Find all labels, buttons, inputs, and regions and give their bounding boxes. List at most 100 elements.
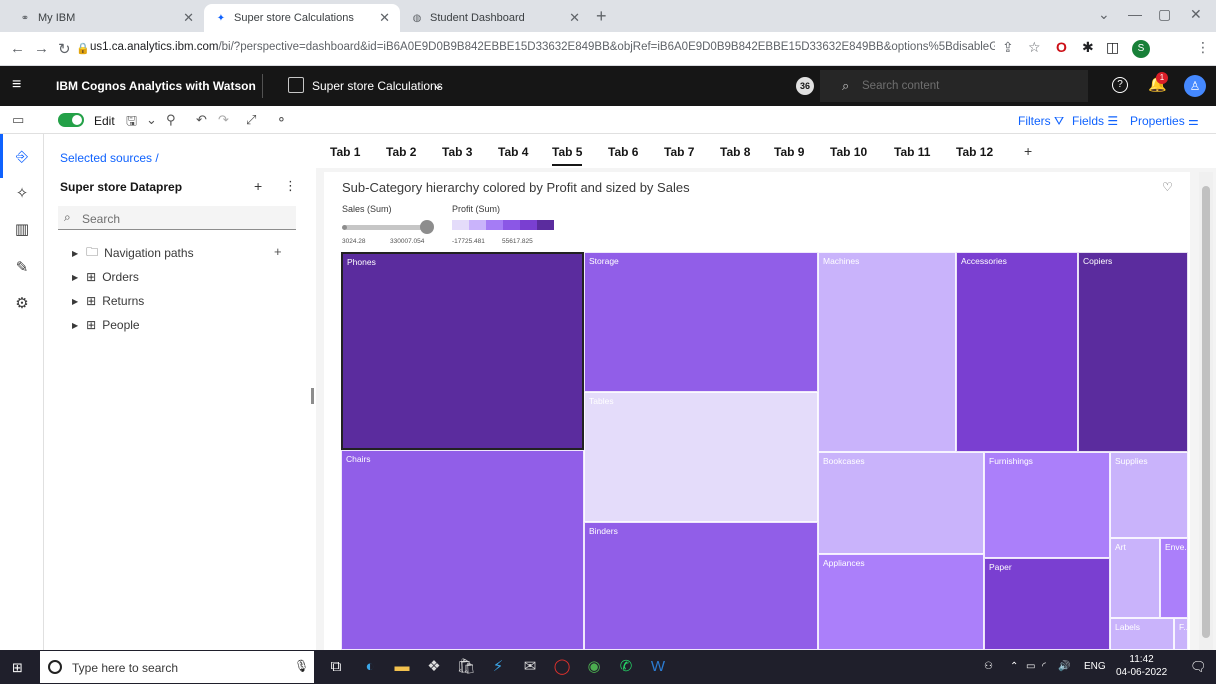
battery-icon[interactable]: ▭ [1026,661,1035,672]
tab-8[interactable]: Tab 8 [720,145,750,159]
canvas-scrollbar-thumb[interactable] [1202,186,1210,638]
bookmark-star-icon[interactable]: ☆ [1028,39,1041,56]
redo-icon[interactable]: ↷ [218,112,229,128]
store-icon[interactable]: 🛍 [456,657,476,677]
extensions-puzzle-icon[interactable]: ✱ [1082,39,1094,56]
treemap-tile-machines[interactable]: Machines [818,252,956,452]
caret-right-icon[interactable]: ▶ [72,249,78,258]
save-icon[interactable]: 🖫 [126,112,137,134]
tab-4[interactable]: Tab 4 [498,145,528,159]
user-avatar-icon[interactable]: ♙ [1184,75,1206,97]
language-indicator[interactable]: ENG [1084,661,1106,672]
browser-tab-student-dashboard[interactable]: ◍ Student Dashboard ✕ [400,4,590,32]
wifi-icon[interactable]: ◜ [1042,661,1046,672]
expand-icon[interactable]: ⤢ [246,112,256,128]
maximize-icon[interactable]: ▢ [1158,6,1171,23]
tab-12[interactable]: Tab 12 [956,145,993,159]
side-panel-icon[interactable]: ◫ [1106,39,1119,56]
datasource-menu-icon[interactable]: ⋮ [284,178,297,194]
treemap-tile-copiers[interactable]: Copiers [1078,252,1188,452]
minimize-icon[interactable]: — [1128,6,1142,22]
tree-item-orders[interactable]: ▶ ⊞ Orders [72,268,139,286]
close-tab-icon[interactable]: ✕ [183,10,194,26]
search-content-input[interactable]: ⌕ Search content [820,70,1088,102]
tree-item-navigation-paths[interactable]: ▶ 🗀 Navigation paths [72,244,194,262]
treemap-tile-supplies[interactable]: Supplies [1110,452,1188,538]
microphone-icon[interactable]: 🎙 [294,659,309,673]
treemap-tile-labels[interactable]: Labels [1110,618,1174,650]
windows-start-icon[interactable]: ⊞ [12,660,23,676]
add-source-button[interactable]: + [254,178,262,194]
tree-item-returns[interactable]: ▶ ⊞ Returns [72,292,144,310]
taskbar-clock[interactable]: 11:42 04-06-2022 [1116,653,1167,679]
hamburger-menu-icon[interactable]: ≡ [12,76,21,94]
treemap-tile-chairs[interactable]: Chairs [341,450,584,650]
filters-button[interactable]: Filters ⛛ [1018,114,1064,129]
treemap-tile-paper[interactable]: Paper [984,558,1110,650]
treemap-tile-phones[interactable]: Phones [341,252,584,450]
tab-11[interactable]: Tab 11 [894,145,930,159]
treemap-tile-tables[interactable]: Tables [584,392,818,522]
fields-button[interactable]: Fields ☰ [1072,114,1118,128]
task-view-icon[interactable]: ⧉ [326,657,346,677]
tab-6[interactable]: Tab 6 [608,145,638,159]
back-icon[interactable]: ← [10,40,25,57]
tab-9[interactable]: Tab 9 [774,145,804,159]
notification-count-badge[interactable]: 36 [796,77,814,95]
browser-tab-my-ibm[interactable]: ⚭ My IBM ✕ [8,4,204,32]
edit-toggle[interactable] [58,113,84,127]
treemap-tile-furnishings[interactable]: Furnishings [984,452,1110,558]
properties-button[interactable]: Properties ⚌ [1130,114,1199,128]
close-tab-icon[interactable]: ✕ [569,10,580,26]
treemap-tile-binders[interactable]: Binders [584,522,818,650]
treemap-tile-bookcases[interactable]: Bookcases [818,452,984,554]
undo-icon[interactable]: ↶ [196,112,207,128]
visualizations-icon[interactable]: ▥ [12,220,32,240]
volume-icon[interactable]: 🔊 [1058,661,1070,672]
add-navigation-path-button[interactable]: + [274,244,282,259]
canvas-scrollbar[interactable] [1199,172,1213,650]
dashboard-name[interactable]: Super store Calculations [312,79,443,93]
people-icon[interactable]: ⚇ [984,661,993,672]
tab-search-chevron-icon[interactable]: ⌄ [1098,6,1110,23]
chevron-down-icon[interactable]: ⌄ [432,76,444,93]
tab-10[interactable]: Tab 10 [830,145,867,159]
sources-search-input[interactable]: ⌕ Search [58,206,296,230]
help-icon[interactable]: ? [1112,77,1128,93]
tab-2[interactable]: Tab 2 [386,145,416,159]
forward-icon[interactable]: → [34,40,49,57]
treemap-tile-envelopes[interactable]: Enve... [1160,538,1188,618]
widget-pin-icon[interactable]: ♡ [1162,180,1173,194]
caret-right-icon[interactable]: ▶ [72,273,78,282]
treemap-tile-appliances[interactable]: Appliances [818,554,984,650]
treemap-tile-storage[interactable]: Storage [584,252,818,392]
pin-icon[interactable]: ✧ [12,184,32,204]
chrome-icon[interactable]: ◉ [584,657,604,677]
close-tab-icon[interactable]: ✕ [379,10,390,26]
caret-right-icon[interactable]: ▶ [72,297,78,306]
add-tab-button[interactable]: + [1024,143,1032,159]
share-icon[interactable]: ⇪ [1002,39,1014,56]
browser-tab-super-store[interactable]: ✦ Super store Calculations ✕ [204,4,400,32]
comment-icon[interactable]: ▭ [12,112,24,128]
opera-icon[interactable]: ◯ [552,657,572,677]
tray-chevron-icon[interactable]: ⌃ [1010,661,1018,672]
treemap-tile-art[interactable]: Art [1110,538,1160,618]
whatsapp-icon[interactable]: ✆ [616,657,636,677]
mail-icon[interactable]: ✉ [520,657,540,677]
treemap-widget[interactable]: Sub-Category hierarchy colored by Profit… [324,172,1190,650]
reload-icon[interactable]: ↻ [58,40,71,58]
tab-5[interactable]: Tab 5 [552,145,583,166]
url-field[interactable]: us1.ca.analytics.ibm.com/bi/?perspective… [90,41,995,53]
taskbar-search-input[interactable]: Type here to search 🎙 [40,651,314,683]
tree-item-people[interactable]: ▶ ⊞ People [72,316,140,334]
share-icon[interactable]: ⚲ [166,112,176,128]
action-center-icon[interactable]: 🗨 [1190,659,1207,675]
opera-extension-icon[interactable]: O [1056,39,1067,55]
caret-right-icon[interactable]: ▶ [72,321,78,330]
browser-menu-icon[interactable]: ⋮ [1196,39,1210,56]
new-tab-button[interactable]: + [596,6,607,27]
treemap-tile-fasteners[interactable]: F... [1174,618,1188,650]
selected-sources-breadcrumb[interactable]: Selected sources / [60,151,159,165]
profile-avatar-icon[interactable]: S [1132,40,1150,58]
